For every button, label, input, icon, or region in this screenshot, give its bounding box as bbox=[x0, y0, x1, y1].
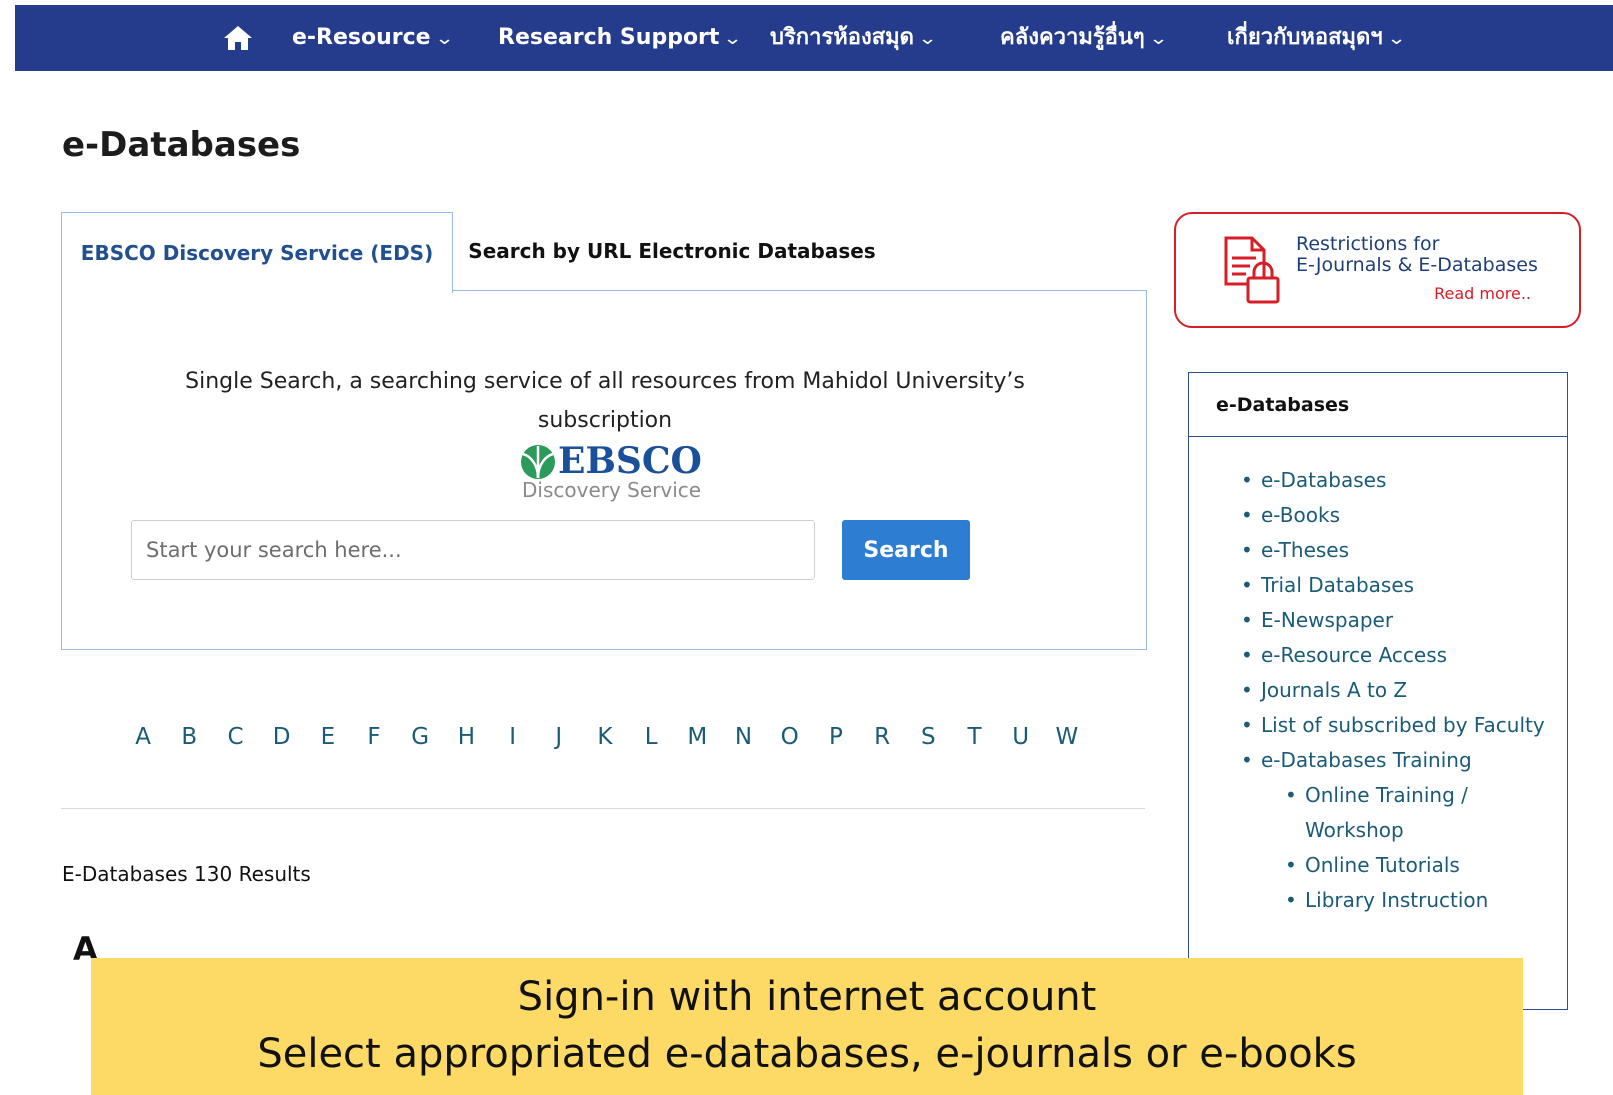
alpha-letter-a[interactable]: A bbox=[120, 724, 166, 760]
tab-url-databases[interactable]: Search by URL Electronic Databases bbox=[452, 212, 892, 291]
chevron-down-icon: ⌄ bbox=[1386, 28, 1407, 49]
sidebar-item-subscribed-by-faculty[interactable]: List of subscribed by Faculty bbox=[1241, 708, 1551, 743]
alpha-letter-k[interactable]: K bbox=[582, 724, 628, 760]
alpha-letter-t[interactable]: T bbox=[951, 724, 997, 760]
alpha-letter-s[interactable]: S bbox=[905, 724, 951, 760]
ebsco-logo-subtitle: Discovery Service bbox=[522, 478, 702, 502]
sidebar-item-e-theses[interactable]: e-Theses bbox=[1241, 533, 1551, 568]
divider bbox=[61, 808, 1145, 809]
nav-knowledge-repository[interactable]: คลังความรู้อื่นๆ ⌄ bbox=[1000, 5, 1169, 71]
callout-line-2: Select appropriated e-databases, e-journ… bbox=[257, 1031, 1357, 1077]
ebsco-logo-text: EBSCO bbox=[558, 440, 702, 482]
sidebar-item-trial-databases[interactable]: Trial Databases bbox=[1241, 568, 1551, 603]
sidebar-item-e-resource-access[interactable]: e-Resource Access bbox=[1241, 638, 1551, 673]
restrictions-banner[interactable]: Restrictions for E-Journals & E-Database… bbox=[1174, 212, 1581, 328]
sidebar-subitem-library-instruction[interactable]: Library Instruction bbox=[1285, 883, 1551, 918]
sidebar-item-e-databases-training[interactable]: e-Databases Training bbox=[1241, 743, 1551, 778]
alpha-letter-e[interactable]: E bbox=[305, 724, 351, 760]
tab-ebsco-eds[interactable]: EBSCO Discovery Service (EDS) bbox=[61, 212, 453, 293]
callout-line-1: Sign-in with internet account bbox=[517, 974, 1097, 1020]
nav-label: คลังความรู้อื่นๆ bbox=[1000, 25, 1145, 50]
page-title: e-Databases bbox=[62, 125, 301, 165]
chevron-down-icon: ⌄ bbox=[917, 28, 938, 49]
alpha-letter-d[interactable]: D bbox=[259, 724, 305, 760]
restrictions-title-line1: Restrictions for bbox=[1296, 233, 1440, 255]
alpha-letter-r[interactable]: R bbox=[859, 724, 905, 760]
alpha-letter-c[interactable]: C bbox=[212, 724, 258, 760]
eds-description: Single Search, a searching service of al… bbox=[185, 369, 1025, 433]
document-lock-icon bbox=[1224, 236, 1280, 304]
sidebar-item-journals-a-to-z[interactable]: Journals A to Z bbox=[1241, 673, 1551, 708]
alpha-letter-j[interactable]: J bbox=[536, 724, 582, 760]
sidebar-subitem-online-tutorials[interactable]: Online Tutorials bbox=[1285, 848, 1551, 883]
alpha-letter-w[interactable]: W bbox=[1044, 724, 1090, 760]
nav-e-resource[interactable]: e-Resource ⌄ bbox=[292, 5, 454, 71]
nav-library-services[interactable]: บริการห้องสมุด ⌄ bbox=[770, 5, 938, 71]
restrictions-title: Restrictions for E-Journals & E-Database… bbox=[1296, 234, 1538, 276]
sidebar-item-e-newspaper[interactable]: E-Newspaper bbox=[1241, 603, 1551, 638]
chevron-down-icon: ⌄ bbox=[723, 28, 743, 49]
alpha-letter-h[interactable]: H bbox=[443, 724, 489, 760]
home-icon[interactable] bbox=[222, 23, 254, 53]
sidebar-subitem-online-training[interactable]: Online Training / Workshop bbox=[1285, 778, 1551, 848]
sidebar-item-e-books[interactable]: e-Books bbox=[1241, 498, 1551, 533]
nav-label: Research Support bbox=[498, 25, 720, 50]
alpha-letter-u[interactable]: U bbox=[998, 724, 1044, 760]
restrictions-title-line2: E-Journals & E-Databases bbox=[1296, 254, 1538, 276]
chevron-down-icon: ⌄ bbox=[434, 28, 454, 49]
alpha-letter-i[interactable]: I bbox=[490, 724, 536, 760]
instruction-callout: Sign-in with internet account Select app… bbox=[91, 958, 1523, 1095]
alpha-letter-l[interactable]: L bbox=[628, 724, 674, 760]
sidebar-item-e-databases[interactable]: e-Databases bbox=[1241, 463, 1551, 498]
alpha-letter-m[interactable]: M bbox=[674, 724, 720, 760]
chevron-down-icon: ⌄ bbox=[1148, 28, 1169, 49]
nav-label: เกี่ยวกับหอสมุดฯ bbox=[1227, 25, 1383, 50]
alpha-letter-n[interactable]: N bbox=[720, 724, 766, 760]
search-input[interactable] bbox=[131, 520, 815, 580]
alpha-letter-b[interactable]: B bbox=[166, 724, 212, 760]
alpha-letter-p[interactable]: P bbox=[813, 724, 859, 760]
alphabet-filter: A B C D E F G H I J K L M N O P R S T U … bbox=[120, 724, 1090, 760]
nav-label: e-Resource bbox=[292, 25, 431, 50]
nav-label: บริการห้องสมุด bbox=[770, 25, 914, 50]
sidebar-list: e-Databases e-Books e-Theses Trial Datab… bbox=[1241, 463, 1551, 918]
results-count: E-Databases 130 Results bbox=[62, 862, 311, 886]
search-button[interactable]: Search bbox=[842, 520, 970, 580]
alpha-letter-f[interactable]: F bbox=[351, 724, 397, 760]
ebsco-leaf-icon bbox=[521, 445, 555, 479]
alpha-letter-o[interactable]: O bbox=[767, 724, 813, 760]
sidebar-panel: e-Databases e-Databases e-Books e-Theses… bbox=[1188, 372, 1568, 1010]
alpha-letter-g[interactable]: G bbox=[397, 724, 443, 760]
sidebar-heading: e-Databases bbox=[1189, 373, 1567, 437]
read-more-link[interactable]: Read more.. bbox=[1434, 284, 1531, 303]
nav-research-support[interactable]: Research Support ⌄ bbox=[498, 5, 743, 71]
nav-about-library[interactable]: เกี่ยวกับหอสมุดฯ ⌄ bbox=[1227, 5, 1407, 71]
top-navbar: e-Resource ⌄ Research Support ⌄ บริการห้อง… bbox=[15, 5, 1613, 71]
